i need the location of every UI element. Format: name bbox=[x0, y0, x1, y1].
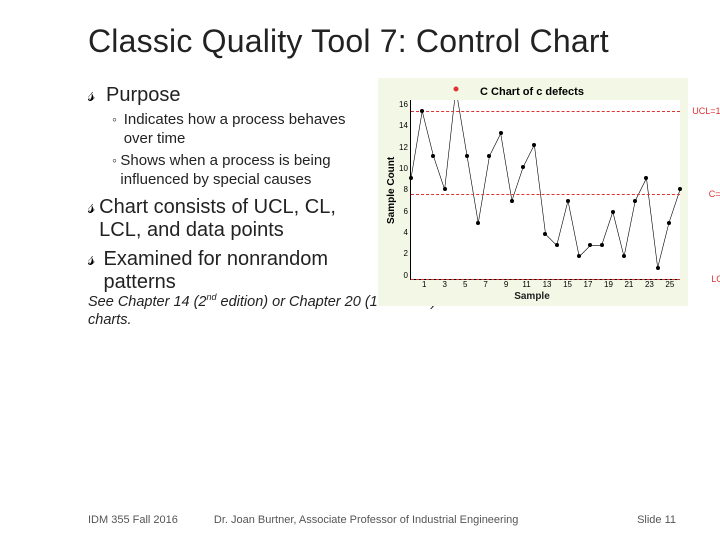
chart-point bbox=[465, 154, 469, 158]
footer-author: Dr. Joan Burtner, Associate Professor of… bbox=[214, 514, 519, 526]
chart-point bbox=[577, 254, 581, 258]
chart-reflabel-lcl: LCL=0 bbox=[711, 274, 720, 284]
chart-point bbox=[566, 199, 570, 203]
chart-point bbox=[600, 243, 604, 247]
chart-reflabel-cl: C=7.56 bbox=[709, 189, 720, 199]
chart-point bbox=[543, 232, 547, 236]
chart-point bbox=[521, 165, 525, 169]
chart-yaxis: 1614121086420 bbox=[399, 100, 410, 280]
chart-point bbox=[667, 221, 671, 225]
control-chart: C Chart of c defects Sample Count 161412… bbox=[378, 78, 688, 306]
chart-point bbox=[420, 109, 424, 113]
chart-point bbox=[431, 154, 435, 158]
chart-point bbox=[633, 199, 637, 203]
bullet-marker-icon: 𝓈 bbox=[88, 248, 104, 271]
chart-refline-lcl bbox=[411, 279, 680, 280]
chart-point bbox=[409, 176, 413, 180]
chart-point bbox=[443, 187, 447, 191]
chart-xlabel: Sample bbox=[384, 291, 680, 302]
chart-point bbox=[487, 154, 491, 158]
chart-xaxis: 135791113151719212325 bbox=[414, 280, 680, 289]
chart-point bbox=[555, 243, 559, 247]
chart-refline-cl bbox=[411, 194, 680, 195]
footer-course: IDM 355 Fall 2016 bbox=[88, 514, 178, 526]
sub-bullet-2: ◦ Shows when a process is being influenc… bbox=[112, 152, 364, 190]
chart-point-outlier bbox=[453, 86, 458, 91]
chart-title: C Chart of c defects bbox=[384, 86, 680, 98]
chart-point bbox=[644, 176, 648, 180]
sub-bullet-1: ◦ Indicates how a process behaves over t… bbox=[112, 111, 364, 149]
footer-slide-number: Slide 11 bbox=[637, 514, 676, 526]
bullet-examined: 𝓈 Examined for nonrandom patterns bbox=[88, 248, 364, 294]
sub-bullet-1-text: Indicates how a process behaves over tim… bbox=[124, 111, 364, 149]
chart-point bbox=[532, 143, 536, 147]
chart-reflabel-ucl: UCL=15.01 bbox=[692, 106, 720, 116]
chart-series-line bbox=[411, 100, 680, 279]
sub-bullet-2-text: Shows when a process is being influenced… bbox=[120, 152, 364, 190]
chart-point bbox=[476, 221, 480, 225]
chart-point bbox=[622, 254, 626, 258]
chart-refline-ucl bbox=[411, 111, 680, 112]
chart-point bbox=[510, 199, 514, 203]
bullet-marker-icon: 𝓈 bbox=[88, 84, 106, 107]
bullet-examined-text: Examined for nonrandom patterns bbox=[104, 248, 365, 294]
sub-marker-icon: ◦ bbox=[112, 111, 124, 129]
bullet-purpose: 𝓈 Purpose bbox=[88, 84, 364, 107]
slide-title: Classic Quality Tool 7: Control Chart bbox=[88, 24, 676, 60]
sub-marker-icon: ◦ bbox=[112, 152, 120, 170]
chart-point bbox=[656, 266, 660, 270]
chart-point bbox=[588, 243, 592, 247]
chart-plot-area: UCL=15.01C=7.56LCL=0 bbox=[410, 100, 680, 280]
chart-point bbox=[678, 187, 682, 191]
chart-point bbox=[611, 210, 615, 214]
bullet-purpose-label: Purpose bbox=[106, 84, 181, 107]
bullet-marker-icon: 𝓈 bbox=[88, 196, 99, 219]
bullet-chart-consists-text: Chart consists of UCL, CL, LCL, and data… bbox=[99, 196, 364, 242]
chart-point bbox=[499, 131, 503, 135]
bullet-chart-consists: 𝓈 Chart consists of UCL, CL, LCL, and da… bbox=[88, 196, 364, 242]
chart-ylabel: Sample Count bbox=[384, 100, 399, 280]
